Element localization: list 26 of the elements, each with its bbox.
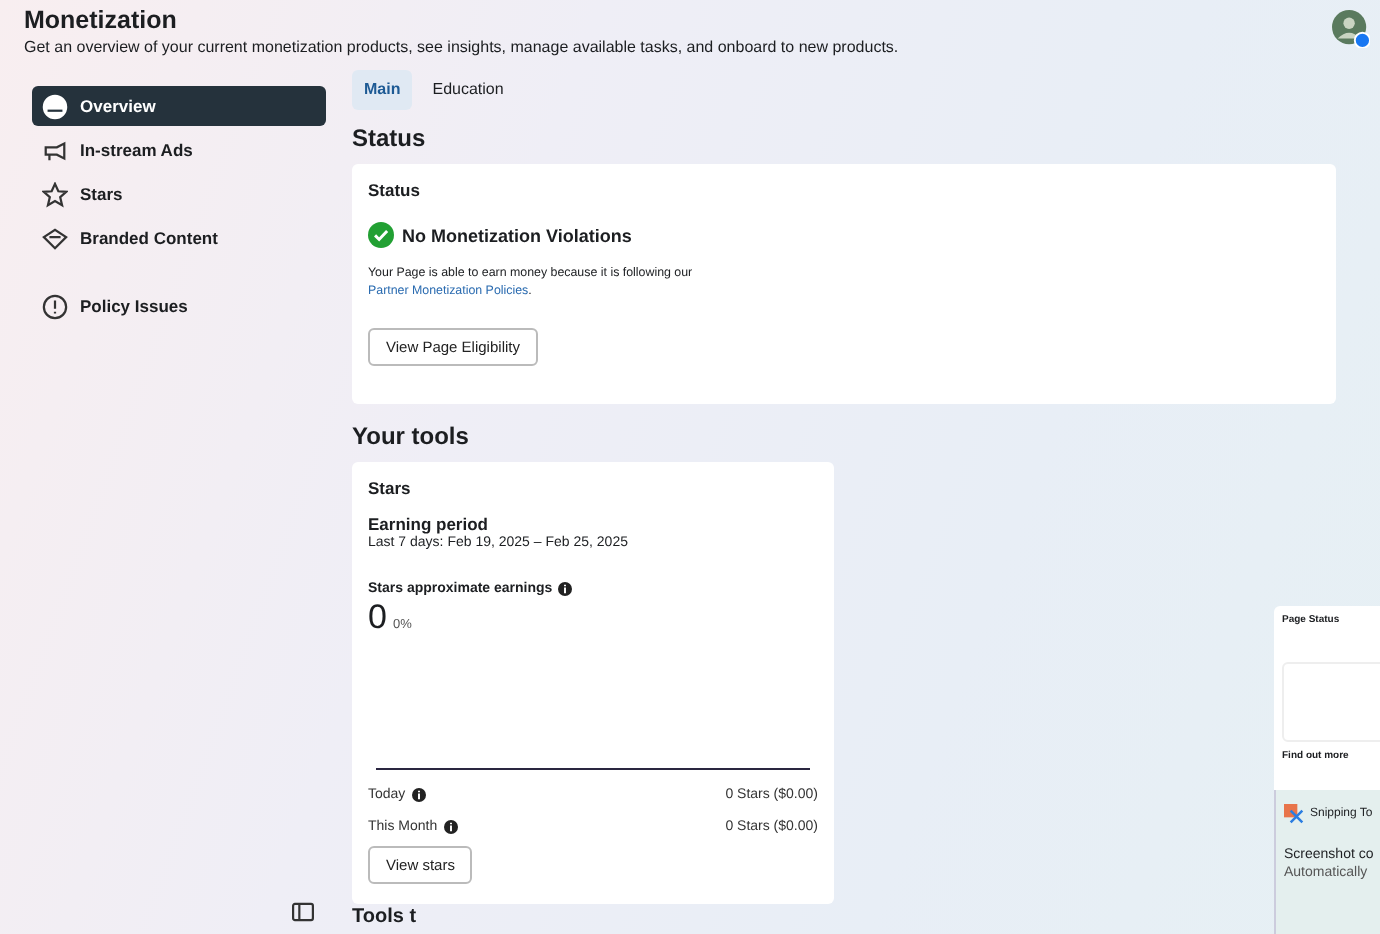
tab[interactable]: Main xyxy=(352,70,413,110)
avatar-icon[interactable] xyxy=(1332,10,1370,48)
card-title: Status xyxy=(368,180,422,200)
sidebar-item[interactable]: Branded Content xyxy=(32,218,326,258)
section-heading: Tools t xyxy=(352,908,419,928)
megaphone-icon xyxy=(42,137,68,163)
check-icon xyxy=(368,222,394,248)
tab[interactable]: Education xyxy=(420,70,516,110)
earnings-value: 0 xyxy=(368,598,387,638)
sidebar-item[interactable]: Stars xyxy=(32,174,326,214)
info-icon[interactable] xyxy=(411,787,426,801)
sidebar-item[interactable]: In-stream Ads xyxy=(32,130,326,170)
status-result: No Monetization Violations xyxy=(402,225,632,245)
info-icon[interactable] xyxy=(443,819,458,833)
info-icon[interactable] xyxy=(558,582,573,596)
sidebar-item[interactable]: Overview xyxy=(32,86,326,126)
sidebar-item[interactable]: Policy Issues xyxy=(32,286,326,326)
exclamation-icon xyxy=(42,293,68,319)
sidebar-toggle-icon[interactable] xyxy=(292,902,314,922)
page-title: Monetization xyxy=(24,6,179,34)
star-icon xyxy=(42,181,68,207)
page-subtitle: Get an overview of your current monetization products, see insights, manage available tasks, and onboard to new products. xyxy=(24,38,899,56)
card-title: Stars xyxy=(368,478,413,498)
earning-period-title: Earning period xyxy=(368,514,490,534)
section-heading: Status xyxy=(352,124,428,152)
section-heading: Your tools xyxy=(352,422,471,450)
